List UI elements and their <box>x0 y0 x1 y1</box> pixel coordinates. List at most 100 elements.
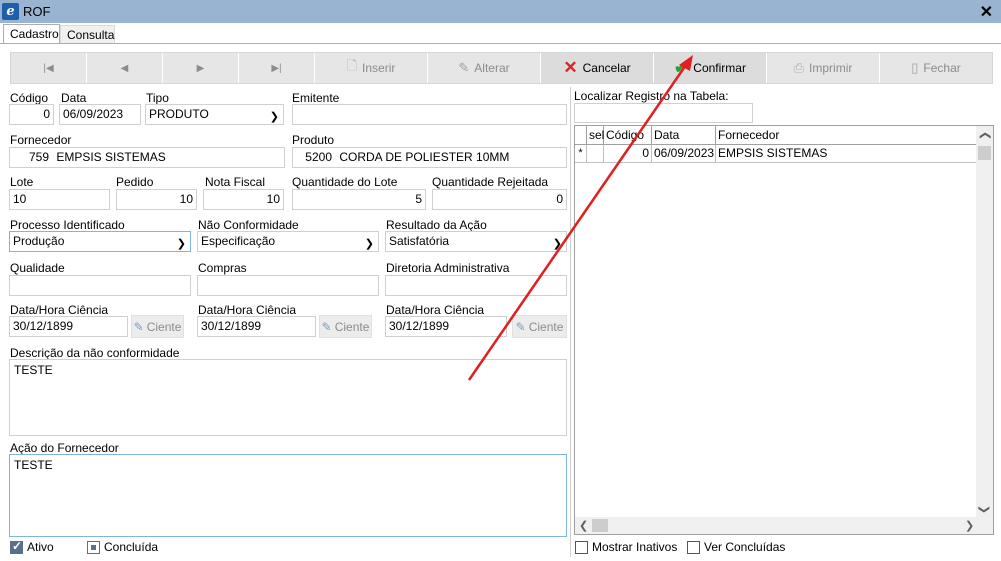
cancelar-label: Cancelar <box>582 61 631 75</box>
edit-icon: ✎ <box>458 60 470 75</box>
imprimir-button[interactable]: ⎙ Imprimir <box>767 53 880 83</box>
emitente-label: Emitente <box>292 91 340 105</box>
nao-conformidade-select[interactable]: Especificação ❯ <box>197 231 379 252</box>
table-cell-codigo[interactable]: 0 <box>604 145 652 163</box>
produto-label: Produto <box>292 133 335 147</box>
table-cell-data[interactable]: 06/09/2023 <box>652 145 716 163</box>
scroll-up-icon[interactable]: ❯ <box>978 131 991 140</box>
fornecedor-code: 759 <box>28 150 49 164</box>
ciencia2-field[interactable]: 30/12/1899 <box>197 316 316 337</box>
ativo-checkbox[interactable]: Ativo <box>10 539 54 554</box>
tab-cadastro[interactable]: Cadastro <box>3 24 60 44</box>
tab-divider <box>0 43 1001 44</box>
alterar-label: Alterar <box>474 61 510 75</box>
table-cell-fornecedor[interactable]: EMPSIS SISTEMAS <box>716 145 976 163</box>
ciente1-button[interactable]: ✎ Ciente <box>131 315 184 338</box>
fechar-button[interactable]: ▯ Fechar <box>880 53 992 83</box>
ver-concluidas-label: Ver Concluídas <box>704 540 786 554</box>
edit-icon: ✎ <box>321 319 332 334</box>
chevron-down-icon: ❯ <box>552 238 562 250</box>
diretoria-field[interactable] <box>385 275 567 296</box>
compras-label: Compras <box>198 261 247 275</box>
checkbox-icon <box>575 540 588 554</box>
fornecedor-name: EMPSIS SISTEMAS <box>56 150 166 164</box>
prev-record-button[interactable]: ◀ <box>87 53 163 83</box>
grid-indicator-header <box>575 126 587 145</box>
nota-fiscal-field[interactable]: 10 <box>203 189 284 210</box>
confirm-check-icon: ✔ <box>674 58 689 77</box>
tab-consulta[interactable]: Consulta <box>60 25 115 44</box>
scroll-left-icon[interactable]: ❮ <box>579 519 588 532</box>
row-marker: * <box>575 145 587 163</box>
last-record-button[interactable]: ▶| <box>239 53 315 83</box>
ver-concluidas-checkbox[interactable]: Ver Concluídas <box>687 540 785 554</box>
close-window-button[interactable]: ✕ <box>980 2 993 22</box>
grid-header-fornecedor[interactable]: Fornecedor <box>716 126 976 145</box>
search-input[interactable] <box>574 103 753 123</box>
resultado-value: Satisfatória <box>389 234 450 248</box>
lote-label: Lote <box>10 175 34 189</box>
codigo-field[interactable]: 0 <box>9 104 54 125</box>
grid-header-sel[interactable]: sel <box>587 126 604 145</box>
scroll-right-icon[interactable]: ❯ <box>965 519 974 532</box>
ciente2-button[interactable]: ✎ Ciente <box>319 315 372 338</box>
vertical-scrollbar[interactable]: ❯ ❯ <box>976 126 993 518</box>
search-label: Localizar Registro na Tabela: <box>574 89 729 103</box>
emitente-field[interactable] <box>292 104 567 125</box>
ciente1-label: Ciente <box>146 319 182 334</box>
tipo-select[interactable]: PRODUTO ❯ <box>145 104 284 125</box>
new-document-icon: 🗋 <box>346 58 358 73</box>
acao-label: Ação do Fornecedor <box>10 441 119 455</box>
ciente3-button[interactable]: ✎ Ciente <box>512 315 567 338</box>
ciente2-label: Ciente <box>334 319 370 334</box>
next-record-button[interactable]: ▶ <box>163 53 239 83</box>
last-icon: ▶| <box>271 62 282 74</box>
descricao-textarea[interactable]: TESTE <box>9 359 567 436</box>
checkbox-icon <box>87 540 100 554</box>
printer-icon: ⎙ <box>793 60 805 75</box>
concluida-label: Concluída <box>104 540 159 554</box>
alterar-button[interactable]: ✎ Alterar <box>428 53 541 83</box>
ciencia1-field[interactable]: 30/12/1899 <box>9 316 128 337</box>
edit-icon: ✎ <box>515 319 526 334</box>
checkbox-icon <box>687 540 700 554</box>
grid-header-codigo[interactable]: Código <box>604 126 652 145</box>
inserir-button[interactable]: 🗋 Inserir <box>315 53 428 83</box>
chevron-down-icon: ❯ <box>364 238 374 250</box>
qtd-rejeitada-field[interactable]: 0 <box>432 189 567 210</box>
concluida-checkbox[interactable]: Concluída <box>87 540 158 554</box>
grid-header-data[interactable]: Data <box>652 126 716 145</box>
scroll-thumb[interactable] <box>592 519 608 532</box>
cancelar-button[interactable]: ✕ Cancelar <box>541 53 654 83</box>
qtd-rejeitada-label: Quantidade Rejeitada <box>432 175 549 189</box>
tipo-value: PRODUTO <box>149 107 209 121</box>
compras-field[interactable] <box>197 275 379 296</box>
descricao-label: Descrição da não conformidade <box>10 346 180 360</box>
table-cell-sel[interactable] <box>587 145 604 163</box>
nao-conformidade-value: Especificação <box>201 234 276 248</box>
scroll-thumb[interactable] <box>978 146 991 160</box>
fornecedor-field[interactable]: 759 EMPSIS SISTEMAS <box>9 147 285 168</box>
produto-field[interactable]: 5200 CORDA DE POLIESTER 10MM <box>292 147 567 168</box>
mostrar-inativos-checkbox[interactable]: Mostrar Inativos <box>575 540 677 554</box>
scroll-down-icon[interactable]: ❯ <box>978 505 991 514</box>
confirmar-button[interactable]: ✔ Confirmar <box>654 53 767 83</box>
processo-select[interactable]: Produção ❯ <box>9 231 191 252</box>
horizontal-scrollbar[interactable]: ❮ ❯ <box>575 517 993 534</box>
pedido-field[interactable]: 10 <box>116 189 197 210</box>
acao-textarea[interactable]: TESTE <box>9 454 567 537</box>
fornecedor-label: Fornecedor <box>10 133 72 147</box>
first-record-button[interactable]: |◀ <box>11 53 87 83</box>
panel-divider <box>570 87 571 557</box>
resultado-select[interactable]: Satisfatória ❯ <box>385 231 567 252</box>
resultado-label: Resultado da Ação <box>386 218 487 232</box>
rof-window: e ROF ✕ Cadastro Consulta |◀ ◀ ▶ ▶| 🗋 In… <box>0 0 1001 561</box>
data-field[interactable]: 06/09/2023 <box>59 104 141 125</box>
ciencia3-label: Data/Hora Ciência <box>386 303 485 317</box>
lote-field[interactable]: 10 <box>9 189 110 210</box>
ciencia3-field[interactable]: 30/12/1899 <box>385 316 507 337</box>
qualidade-field[interactable] <box>9 275 191 296</box>
qtd-lote-field[interactable]: 5 <box>292 189 426 210</box>
checkbox-checked-icon <box>10 539 23 554</box>
tipo-label: Tipo <box>146 91 169 105</box>
